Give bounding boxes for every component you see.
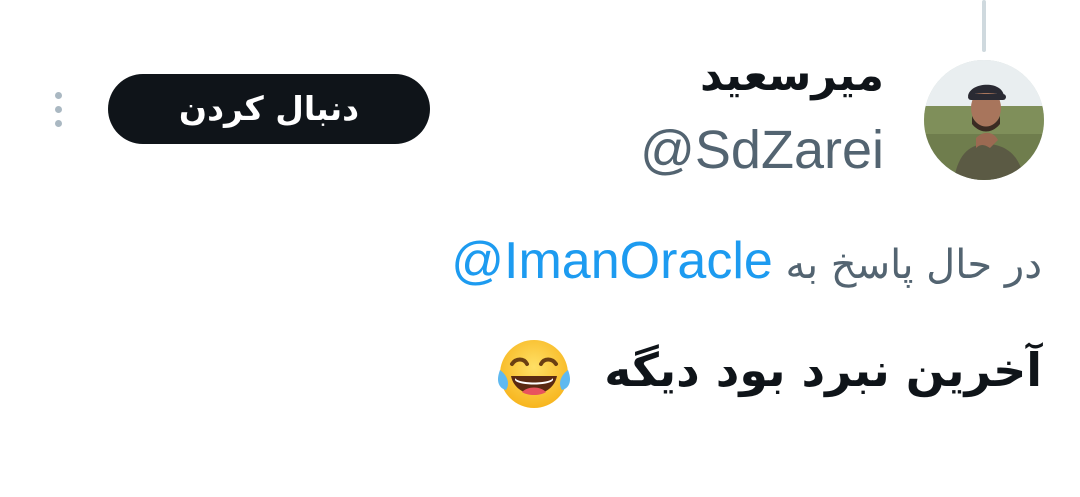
author-display-name[interactable]: میرسعید [700, 46, 884, 106]
more-vertical-icon[interactable] [44, 88, 74, 132]
tweet-text-line: آخرین نبرد بود دیگه [494, 330, 1042, 414]
replying-to-label: در حال پاسخ به [785, 242, 1042, 288]
author-handle[interactable]: @SdZarei [640, 118, 884, 182]
follow-button[interactable]: دنبال کردن [108, 74, 430, 144]
more-dot [55, 106, 62, 113]
tweet-card: میرسعید @SdZarei دنبال کردن در حال پاسخ … [0, 0, 1080, 497]
thread-connector-line [982, 0, 986, 52]
tweet-text: آخرین نبرد بود دیگه [604, 343, 1042, 397]
replying-to: در حال پاسخ به @ImanOracle [451, 226, 1042, 300]
reply-mention-link[interactable]: @ImanOracle [451, 232, 773, 290]
more-dot [55, 120, 62, 127]
avatar[interactable] [924, 60, 1044, 180]
avatar-photo [924, 60, 1044, 180]
more-dot [55, 92, 62, 99]
face-with-tears-of-joy-icon [498, 339, 571, 408]
